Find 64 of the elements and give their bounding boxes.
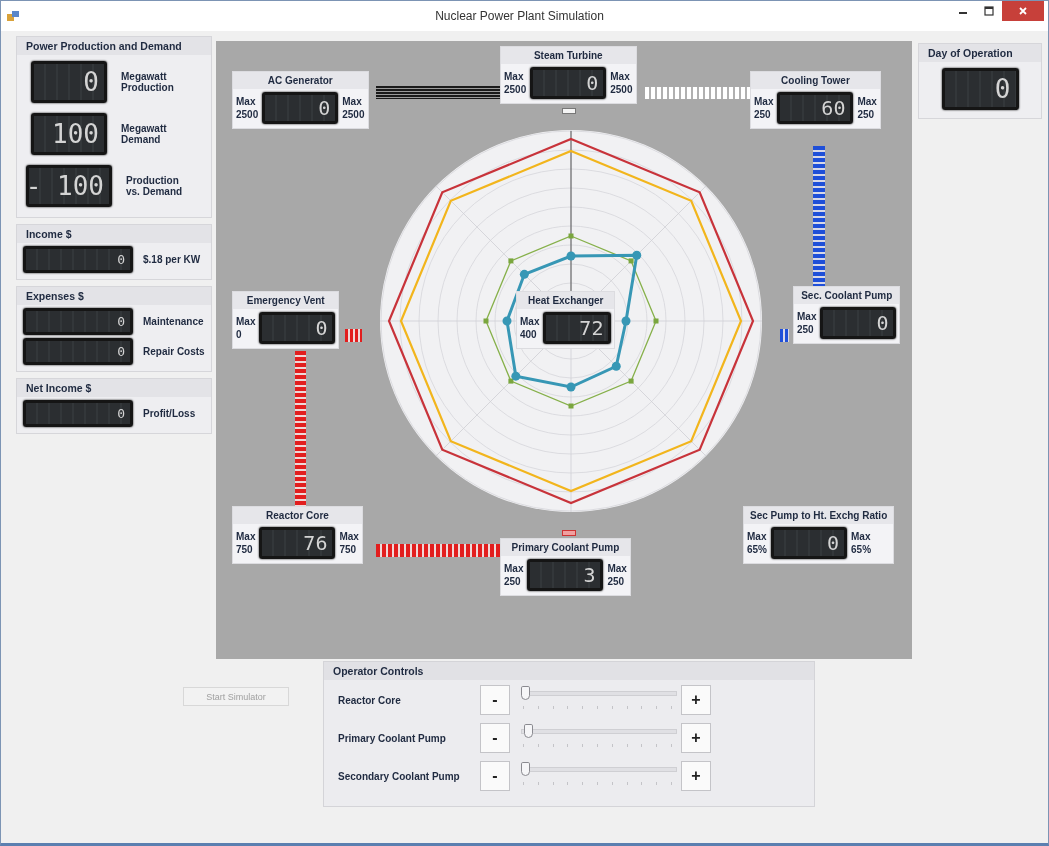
max-label: Max 250 [857,94,877,122]
digital-display: 0 [820,307,897,339]
panel-title: Income $ [17,225,211,243]
max-label: Max 2500 [610,69,633,97]
max-label: Max 750 [236,529,256,557]
increase-button[interactable]: + [681,685,711,715]
decrease-button[interactable]: - [480,685,510,715]
max-label: Max 250 [754,94,774,122]
max-label: Max 250 [504,561,524,589]
control-label: Secondary Coolant Pump [337,770,461,782]
panel-title: Expenses $ [17,287,211,305]
digital-display: 0 [530,67,607,99]
panel-title: Power Production and Demand [17,37,211,55]
digital-display: 60 [777,92,854,124]
digital-display: 76 [259,527,336,559]
max-label: Max 0 [236,314,256,342]
max-label: Max 2500 [342,94,365,122]
readout-label: Megawatt Demand [121,123,168,145]
panel-title: Operator Controls [324,662,814,680]
digital-display: 100 [31,113,107,155]
max-label: Max 400 [520,314,540,342]
gauge-title: Steam Turbine [501,47,636,64]
max-label: Max 250 [797,309,817,337]
decrease-button[interactable]: - [480,723,510,753]
gauge-title: Emergency Vent [233,292,339,309]
digital-display: 0 [23,400,133,427]
readout-label: Production vs. Demand [126,175,184,197]
gauge-title: AC Generator [233,72,368,89]
max-label: Max 2500 [236,94,259,122]
readout-label: $.18 per KW [143,254,201,265]
window-title: Nuclear Power Plant Simulation [434,9,605,23]
digital-display: 0 [262,92,339,124]
max-label: Max 250 [607,561,627,589]
digital-display: 0 [941,68,1019,110]
max-label: Max 65% [851,529,872,557]
digital-display: 72 [543,312,612,344]
increase-button[interactable]: + [681,761,711,791]
panel-title: Day of Operation [919,44,1041,62]
decrease-button[interactable]: - [480,761,510,791]
digital-display: 0 [771,527,847,559]
max-label: Max 2500 [504,69,527,97]
readout-label: Megawatt Production [121,71,175,93]
gauge-title: Sec. Coolant Pump [794,287,900,304]
readout-label: Repair Costs [143,346,205,357]
readout-label: Maintenance [143,316,204,327]
panel-title: Net Income $ [17,379,211,397]
gauge-title: Heat Exchanger [517,292,615,309]
control-label: Primary Coolant Pump [337,732,447,744]
readout-label: Profit/Loss [143,408,196,419]
digital-display: 0 [31,61,107,103]
gauge-title: Sec Pump to Ht. Exchg Ratio [744,507,894,524]
digital-display: 0 [23,246,133,273]
increase-button[interactable]: + [681,723,711,753]
digital-display: 0 [23,338,133,365]
gauge-title: Reactor Core [233,507,362,524]
max-label: Max 750 [339,529,359,557]
digital-display: 3 [527,559,604,591]
digital-display: 0 [23,308,133,335]
max-label: Max 65% [747,529,767,557]
control-label: Reactor Core [337,694,402,706]
gauge-title: Cooling Tower [751,72,880,89]
digital-display: - 100 [26,165,112,207]
digital-display: 0 [259,312,336,344]
gauge-title: Primary Coolant Pump [501,539,630,556]
